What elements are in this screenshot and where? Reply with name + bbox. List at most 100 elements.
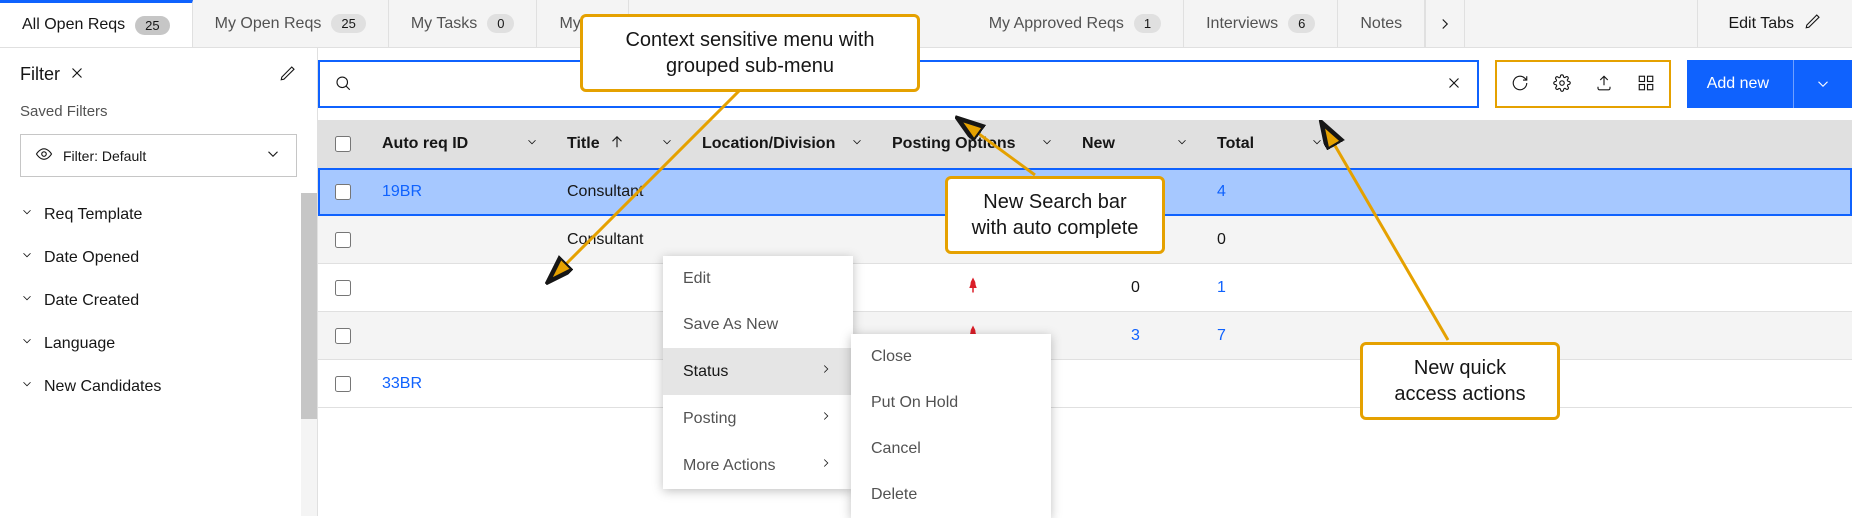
cell-total[interactable]: 4 [1217,183,1226,201]
col-location[interactable]: Location/Division [688,135,878,154]
row-checkbox[interactable] [335,376,351,392]
col-title[interactable]: Title [553,133,688,156]
acc-label: Req Template [44,206,142,224]
tab-label: My Ca [559,15,605,33]
pencil-icon [1804,12,1822,35]
row-checkbox[interactable] [335,328,351,344]
chevron-down-icon [20,248,34,267]
col-label: Posting Options [892,135,1016,153]
tab-label: Interviews [1206,15,1278,33]
acc-language[interactable]: Language [0,322,317,365]
chevron-down-icon[interactable] [850,135,864,154]
tabs-scroll-right[interactable] [1425,0,1465,47]
ctx-label: Save As New [683,316,778,334]
acc-date-created[interactable]: Date Created [0,279,317,322]
tab-interviews[interactable]: Interviews 6 [1184,0,1338,47]
chevron-down-icon[interactable] [660,135,674,154]
table-row[interactable]: 0 1 [318,264,1852,312]
chevron-down-icon [264,145,282,166]
acc-new-candidates[interactable]: New Candidates [0,365,317,408]
chevron-right-icon [819,362,833,381]
acc-date-opened[interactable]: Date Opened [0,236,317,279]
add-new-label: Add new [1707,75,1769,93]
ctx-save-as-new[interactable]: Save As New [663,302,853,348]
acc-label: Date Created [44,292,139,310]
cell-total[interactable]: 7 [1217,327,1226,345]
tab-my-tasks[interactable]: My Tasks 0 [389,0,538,47]
table-row[interactable]: 19BR Consultant 4 [318,168,1852,216]
col-posting-options[interactable]: Posting Options [878,135,1068,154]
settings-button[interactable] [1553,74,1571,95]
col-total[interactable]: Total [1203,135,1338,154]
search-input[interactable] [364,75,1433,93]
cell-total: 0 [1217,231,1226,249]
pin-icon [964,180,982,203]
col-label: Total [1217,135,1254,153]
table-header: Auto req ID Title Location/Division Post… [318,120,1852,168]
chevron-down-icon [20,291,34,310]
chevron-down-icon [20,205,34,224]
table-row[interactable]: 33BR [318,360,1852,408]
col-label: Location/Division [702,135,835,153]
sub-cancel[interactable]: Cancel [851,426,1051,472]
tab-my-candidates[interactable]: My Ca [537,0,628,47]
quick-actions [1495,60,1671,108]
chevron-right-icon [819,409,833,428]
tab-count-badge: 1 [1134,14,1161,33]
tab-all-open-reqs[interactable]: All Open Reqs 25 [0,0,193,47]
tab-label: My Tasks [411,15,477,33]
sub-put-on-hold[interactable]: Put On Hold [851,380,1051,426]
tab-my-open-reqs[interactable]: My Open Reqs 25 [193,0,389,47]
add-new-dropdown[interactable] [1793,60,1832,108]
table-row[interactable]: Consultant 0 0 [318,216,1852,264]
saved-filter-select[interactable]: Filter: Default [20,134,297,177]
edit-tabs-label: Edit Tabs [1728,15,1794,33]
tab-my-approved-reqs[interactable]: My Approved Reqs 1 [629,0,1184,47]
search-bar[interactable] [318,60,1479,108]
ctx-posting[interactable]: Posting [663,395,853,442]
acc-label: Date Opened [44,249,139,267]
ctx-edit[interactable]: Edit [663,256,853,302]
cell-new: 0 [1131,231,1140,249]
select-all-checkbox[interactable] [335,136,351,152]
req-id-link[interactable]: 33BR [382,375,422,393]
row-checkbox[interactable] [335,184,351,200]
tab-label: My Open Reqs [215,15,322,33]
apps-button[interactable] [1637,74,1655,95]
tab-count-badge: 25 [135,16,169,35]
close-icon[interactable] [68,64,86,85]
ctx-label: More Actions [683,457,775,475]
filter-scrollbar-thumb[interactable] [301,193,317,419]
add-new-button[interactable]: Add new [1687,60,1852,108]
tab-count-badge: 0 [487,14,514,33]
cell-title: Consultant [567,231,644,249]
cell-total[interactable]: 1 [1217,279,1226,297]
chevron-down-icon[interactable] [1040,135,1054,154]
acc-label: New Candidates [44,378,161,396]
chevron-down-icon[interactable] [1310,135,1324,154]
clear-search-button[interactable] [1445,74,1463,95]
chevron-down-icon[interactable] [1175,135,1189,154]
export-button[interactable] [1595,74,1613,95]
row-checkbox[interactable] [335,232,351,248]
filter-title: Filter [20,64,60,85]
cell-new[interactable]: 3 [1131,327,1140,345]
ctx-more-actions[interactable]: More Actions [663,442,853,489]
sub-delete[interactable]: Delete [851,472,1051,518]
acc-req-template[interactable]: Req Template [0,193,317,236]
chevron-down-icon[interactable] [525,135,539,154]
sub-close[interactable]: Close [851,334,1051,380]
col-new[interactable]: New [1068,135,1203,154]
table-row[interactable]: 3 7 [318,312,1852,360]
req-id-link[interactable]: 19BR [382,183,422,201]
row-checkbox[interactable] [335,280,351,296]
cell-title: Consultant [567,183,644,201]
search-icon [334,74,352,95]
tab-notes[interactable]: Notes [1338,0,1425,47]
col-auto-req-id[interactable]: Auto req ID [368,135,553,154]
edit-tabs-button[interactable]: Edit Tabs [1697,0,1852,47]
pin-icon [964,228,982,251]
edit-filters-button[interactable] [279,64,297,85]
refresh-button[interactable] [1511,74,1529,95]
ctx-status[interactable]: Status [663,348,853,395]
